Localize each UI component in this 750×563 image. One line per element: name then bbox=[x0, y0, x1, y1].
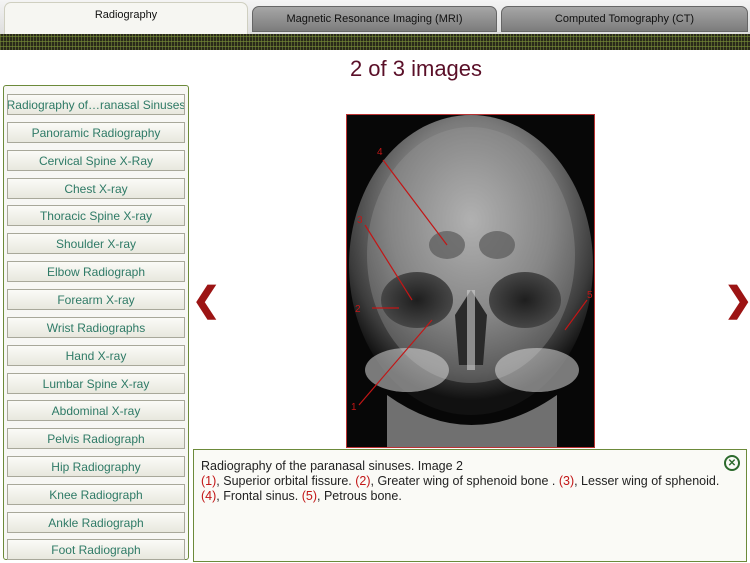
tab-label: Magnetic Resonance Imaging (MRI) bbox=[286, 13, 463, 25]
sidebar-item-label: Chest X-ray bbox=[64, 181, 128, 196]
sidebar-item-thoracic-spine[interactable]: Thoracic Spine X-ray bbox=[7, 205, 185, 226]
sidebar-item-knee[interactable]: Knee Radiograph bbox=[7, 484, 185, 505]
sidebar-item-label: Foot Radiograph bbox=[51, 542, 141, 557]
xray-image: 1 2 3 4 5 bbox=[346, 114, 595, 448]
legend-text: , Greater wing of sphenoid bone . bbox=[370, 474, 559, 488]
caption-text: Radiography of the paranasal sinuses. Im… bbox=[201, 459, 726, 504]
marker-label: 3 bbox=[357, 215, 363, 226]
tab-bar: Radiography Magnetic Resonance Imaging (… bbox=[0, 0, 750, 34]
marker-label: 4 bbox=[377, 147, 383, 158]
legend-text: , Frontal sinus. bbox=[216, 489, 302, 503]
chevron-right-icon[interactable]: ❯ bbox=[724, 280, 750, 320]
sidebar-item-label: Wrist Radiographs bbox=[46, 320, 146, 335]
sidebar-item-label: Pelvis Radiograph bbox=[47, 431, 145, 446]
skull-xray-illustration: 1 2 3 4 5 bbox=[347, 115, 594, 447]
sidebar-item-label: Knee Radiograph bbox=[49, 487, 143, 502]
tab-radiography[interactable]: Radiography bbox=[4, 2, 248, 34]
sidebar-item-hand[interactable]: Hand X-ray bbox=[7, 345, 185, 366]
sidebar-item-pelvis[interactable]: Pelvis Radiograph bbox=[7, 428, 185, 449]
sidebar-item-label: Shoulder X-ray bbox=[55, 236, 137, 251]
sidebar-item-label: Forearm X-ray bbox=[57, 292, 135, 307]
sidebar-item-chest[interactable]: Chest X-ray bbox=[7, 178, 185, 199]
sidebar-item-panoramic[interactable]: Panoramic Radiography bbox=[7, 122, 185, 143]
sidebar-item-label: Lumbar Spine X-ray bbox=[42, 376, 150, 391]
legend-number: (3) bbox=[558, 474, 575, 488]
legend-text: , Superior orbital fissure. bbox=[216, 474, 356, 488]
marker-label: 2 bbox=[355, 304, 361, 315]
sidebar-item-wrist[interactable]: Wrist Radiographs bbox=[7, 317, 185, 338]
close-circle-icon[interactable]: ✕ bbox=[724, 455, 740, 471]
legend-number: (5) bbox=[301, 489, 318, 503]
tab-mri[interactable]: Magnetic Resonance Imaging (MRI) bbox=[252, 6, 497, 32]
sidebar-item-label: Elbow Radiograph bbox=[46, 264, 146, 279]
sidebar-item-lumbar-spine[interactable]: Lumbar Spine X-ray bbox=[7, 373, 185, 394]
sidebar-item-cervical-spine[interactable]: Cervical Spine X-Ray bbox=[7, 150, 185, 171]
sidebar-item-label: Panoramic Radiography bbox=[31, 125, 161, 140]
image-counter: 2 of 3 images bbox=[349, 56, 483, 81]
sidebar-item-abdominal[interactable]: Abdominal X-ray bbox=[7, 400, 185, 421]
legend-number: (2) bbox=[355, 474, 371, 488]
sidebar-list: Radiography of…ranasal Sinuses Panoramic… bbox=[3, 85, 189, 560]
sidebar-item-shoulder[interactable]: Shoulder X-ray bbox=[7, 233, 185, 254]
sidebar-item-label: Abdominal X-ray bbox=[51, 403, 141, 418]
marker-label: 5 bbox=[587, 290, 593, 301]
tab-label: Computed Tomography (CT) bbox=[554, 13, 695, 25]
marker-label: 1 bbox=[351, 402, 357, 413]
sidebar-item-elbow[interactable]: Elbow Radiograph bbox=[7, 261, 185, 282]
sidebar-item-forearm[interactable]: Forearm X-ray bbox=[7, 289, 185, 310]
caption-body: (1), Superior orbital fissure. (2), Grea… bbox=[201, 474, 726, 504]
tab-ct[interactable]: Computed Tomography (CT) bbox=[501, 6, 748, 32]
legend-number: (1) bbox=[201, 474, 217, 488]
legend-number: (4) bbox=[201, 489, 217, 503]
sidebar-item-label: Radiography of…ranasal Sinuses bbox=[7, 97, 185, 112]
sidebar-item-label: Thoracic Spine X-ray bbox=[39, 208, 153, 223]
sidebar-item-label: Cervical Spine X-Ray bbox=[38, 153, 154, 168]
caption-title: Radiography of the paranasal sinuses. Im… bbox=[201, 459, 463, 473]
sidebar-item-label: Hip Radiography bbox=[51, 459, 141, 474]
sidebar-item-label: Ankle Radiograph bbox=[48, 515, 144, 530]
legend-text: , Lesser wing of sphenoid. bbox=[574, 474, 720, 488]
caption-panel: ✕ Radiography of the paranasal sinuses. … bbox=[193, 449, 747, 562]
sidebar-item-label: Hand X-ray bbox=[65, 348, 127, 363]
tab-label: Radiography bbox=[94, 9, 158, 21]
chevron-left-icon[interactable]: ❮ bbox=[192, 280, 221, 320]
decorative-stripes bbox=[0, 34, 750, 50]
sidebar-item-foot[interactable]: Foot Radiograph bbox=[7, 539, 185, 560]
sidebar-item-paranasal-sinuses[interactable]: Radiography of…ranasal Sinuses bbox=[7, 94, 185, 115]
legend-text: , Petrous bone. bbox=[317, 489, 402, 503]
sidebar-item-hip[interactable]: Hip Radiography bbox=[7, 456, 185, 477]
sidebar-item-ankle[interactable]: Ankle Radiograph bbox=[7, 512, 185, 533]
